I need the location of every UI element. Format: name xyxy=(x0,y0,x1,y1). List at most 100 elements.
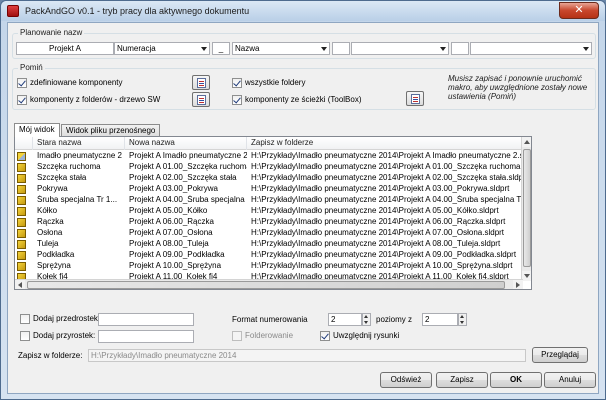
add-prefix-checkbox[interactable] xyxy=(20,314,30,324)
table-row[interactable]: Rączka Projekt A 06.00_Rączka H:\Przykłady… xyxy=(15,217,523,227)
edit-defined-components-button[interactable] xyxy=(192,75,210,90)
table-row[interactable]: Imadło pneumatyczne 2 Projekt A Imadło pn… xyxy=(15,151,523,161)
icon-column-header[interactable] xyxy=(15,137,33,150)
chevron-down-icon xyxy=(201,47,207,51)
new-name-cell: Projekt A Imadło pneumatyczne 2 xyxy=(129,151,247,160)
defined-components-checkbox[interactable] xyxy=(17,78,27,88)
save-folder-cell: H:\Przykłady\Imadło pneumatyczne 2014\Pr… xyxy=(251,250,517,259)
number-format-input[interactable]: 2 xyxy=(328,313,362,326)
separator-field[interactable]: _ xyxy=(212,42,230,55)
path-components-checkbox[interactable] xyxy=(232,95,242,105)
chevron-down-icon xyxy=(321,47,327,51)
levels-spinner[interactable] xyxy=(458,313,467,326)
add-prefix-label: Dodaj przedrostek: xyxy=(33,314,101,323)
include-drawings-checkbox[interactable] xyxy=(320,331,330,341)
extra-field-1[interactable] xyxy=(332,42,350,55)
part-icon xyxy=(17,251,26,260)
part-icon xyxy=(17,163,26,172)
document-list-icon xyxy=(197,95,206,105)
save-button[interactable]: Zapisz xyxy=(436,372,488,388)
app-icon xyxy=(7,5,19,17)
part-icon xyxy=(17,196,26,205)
title-bar[interactable]: PackAndGO v0.1 - tryb pracy dla aktywneg… xyxy=(1,1,605,21)
number-format-label: Format numerowania xyxy=(232,315,308,324)
table-row[interactable]: Tuleja Projekt A 08.00_Tuleja H:\Przykłady… xyxy=(15,239,523,249)
table-row[interactable]: Podkładka Projekt A 09.00_Podkładka H:\Prz… xyxy=(15,250,523,260)
naming-legend: Planowanie nazw xyxy=(18,28,85,37)
table-row[interactable]: Szczęka stała Projekt A 02.00_Szczęka sta… xyxy=(15,173,523,183)
defined-components-label: zdefiniowane komponenty xyxy=(30,78,123,87)
scroll-down-icon[interactable] xyxy=(522,271,531,281)
save-folder-cell: H:\Przykłady\Imadło pneumatyczne 2014\Pr… xyxy=(251,206,499,215)
new-name-cell: Projekt A 09.00_Podkładka xyxy=(129,250,225,259)
add-suffix-checkbox[interactable] xyxy=(20,331,30,341)
name-combo[interactable]: Nazwa xyxy=(232,42,330,55)
table-row[interactable]: Szczęka ruchoma Projekt A 01.00_Szczęka r… xyxy=(15,162,523,172)
window-title: PackAndGO v0.1 - tryb pracy dla aktywneg… xyxy=(25,6,250,16)
column-new-name[interactable]: Nowa nazwa xyxy=(125,137,247,150)
table-row[interactable]: Śruba specjalna Tr 1... Projekt A 04.00_Ś… xyxy=(15,195,523,205)
extra-combo-2[interactable] xyxy=(470,42,592,55)
save-folder-cell: H:\Przykłady\Imadło pneumatyczne 2014\Pr… xyxy=(251,162,521,171)
suffix-input[interactable] xyxy=(98,330,194,343)
save-folder-label: Zapisz w folderze: xyxy=(18,351,83,360)
old-name-cell: Sprężyna xyxy=(37,261,71,270)
part-icon xyxy=(17,174,26,183)
edit-folder-components-button[interactable] xyxy=(192,92,210,107)
new-name-cell: Projekt A 05.00_Kółko xyxy=(129,206,208,215)
old-name-cell: Śruba specjalna Tr 1... xyxy=(37,195,118,204)
browse-button[interactable]: Przeglądaj xyxy=(532,347,588,363)
folder-components-label: komponenty z folderów - drzewo SW xyxy=(30,95,161,104)
column-old-name[interactable]: Stara nazwa xyxy=(33,137,125,150)
edit-path-components-button[interactable] xyxy=(406,91,424,106)
ok-button[interactable]: OK xyxy=(490,372,542,388)
chevron-down-icon xyxy=(583,47,589,51)
tab-my-view[interactable]: Mój widok xyxy=(14,123,60,137)
new-name-cell: Projekt A 01.00_Szczęka ruchoma xyxy=(129,162,247,171)
horizontal-scroll-thumb[interactable] xyxy=(27,281,505,289)
prefix-input[interactable] xyxy=(98,313,194,326)
old-name-cell: Podkładka xyxy=(37,250,75,259)
all-folders-checkbox[interactable] xyxy=(232,78,242,88)
save-folder-cell: H:\Przykłady\Imadło pneumatyczne 2014\Pr… xyxy=(251,195,521,204)
extra-combo[interactable] xyxy=(351,42,449,55)
vertical-scrollbar[interactable] xyxy=(521,137,531,281)
horizontal-scrollbar[interactable] xyxy=(15,279,523,289)
vertical-scroll-thumb[interactable] xyxy=(523,149,531,267)
scroll-left-icon[interactable] xyxy=(15,280,25,289)
part-icon xyxy=(17,262,26,271)
old-name-cell: Osłona xyxy=(37,228,63,237)
numbering-combo[interactable]: Numeracja xyxy=(114,42,210,55)
dialog-body: Planowanie nazw Projekt A Numeracja _ Na… xyxy=(7,22,599,394)
restart-note: Musisz zapisać i ponownie uruchomić makr… xyxy=(448,74,588,101)
close-button[interactable]: ✕ xyxy=(559,2,599,19)
table-row[interactable]: Osłona Projekt A 07.00_Osłona H:\Przykłady… xyxy=(15,228,523,238)
part-icon xyxy=(17,185,26,194)
save-folder-cell: H:\Przykłady\Imadło pneumatyczne 2014\Pr… xyxy=(251,173,521,182)
levels-input[interactable]: 2 xyxy=(422,313,458,326)
cancel-button[interactable]: Anuluj xyxy=(544,372,596,388)
folder-components-checkbox[interactable] xyxy=(17,95,27,105)
extra-field-2[interactable] xyxy=(451,42,469,55)
components-table: Stara nazwa Nowa nazwa Zapisz w folderze… xyxy=(14,136,532,290)
name-combo-value: Nazwa xyxy=(235,44,260,53)
part-icon xyxy=(17,207,26,216)
save-folder-cell: H:\Przykłady\Imadło pneumatyczne 2014\Pr… xyxy=(251,228,505,237)
old-name-cell: Imadło pneumatyczne 2 xyxy=(37,151,122,160)
scroll-right-icon[interactable] xyxy=(513,280,523,289)
column-save-folder[interactable]: Zapisz w folderze xyxy=(247,137,523,150)
chevron-down-icon xyxy=(440,47,446,51)
number-format-spinner[interactable] xyxy=(362,313,371,326)
save-folder-cell: H:\Przykłady\Imadło pneumatyczne 2014\Pr… xyxy=(251,239,501,248)
table-row[interactable]: Kółko Projekt A 05.00_Kółko H:\Przykłady\I… xyxy=(15,206,523,216)
table-row[interactable]: Pokrywa Projekt A 03.00_Pokrywa H:\Przykła… xyxy=(15,184,523,194)
name-prefix-field[interactable]: Projekt A xyxy=(16,42,114,55)
folders-checkbox[interactable] xyxy=(232,331,242,341)
table-row[interactable]: Sprężyna Projekt A 10.00_Sprężyna H:\Przyk… xyxy=(15,261,523,271)
packandgo-window: PackAndGO v0.1 - tryb pracy dla aktywneg… xyxy=(0,0,606,400)
save-folder-field[interactable]: H:\Przykłady\Imadło pneumatyczne 2014 xyxy=(88,349,526,362)
scroll-up-icon[interactable] xyxy=(522,137,531,147)
new-name-cell: Projekt A 10.00_Sprężyna xyxy=(129,261,222,270)
refresh-button[interactable]: Odśwież xyxy=(380,372,432,388)
new-name-cell: Projekt A 06.00_Rączka xyxy=(129,217,214,226)
